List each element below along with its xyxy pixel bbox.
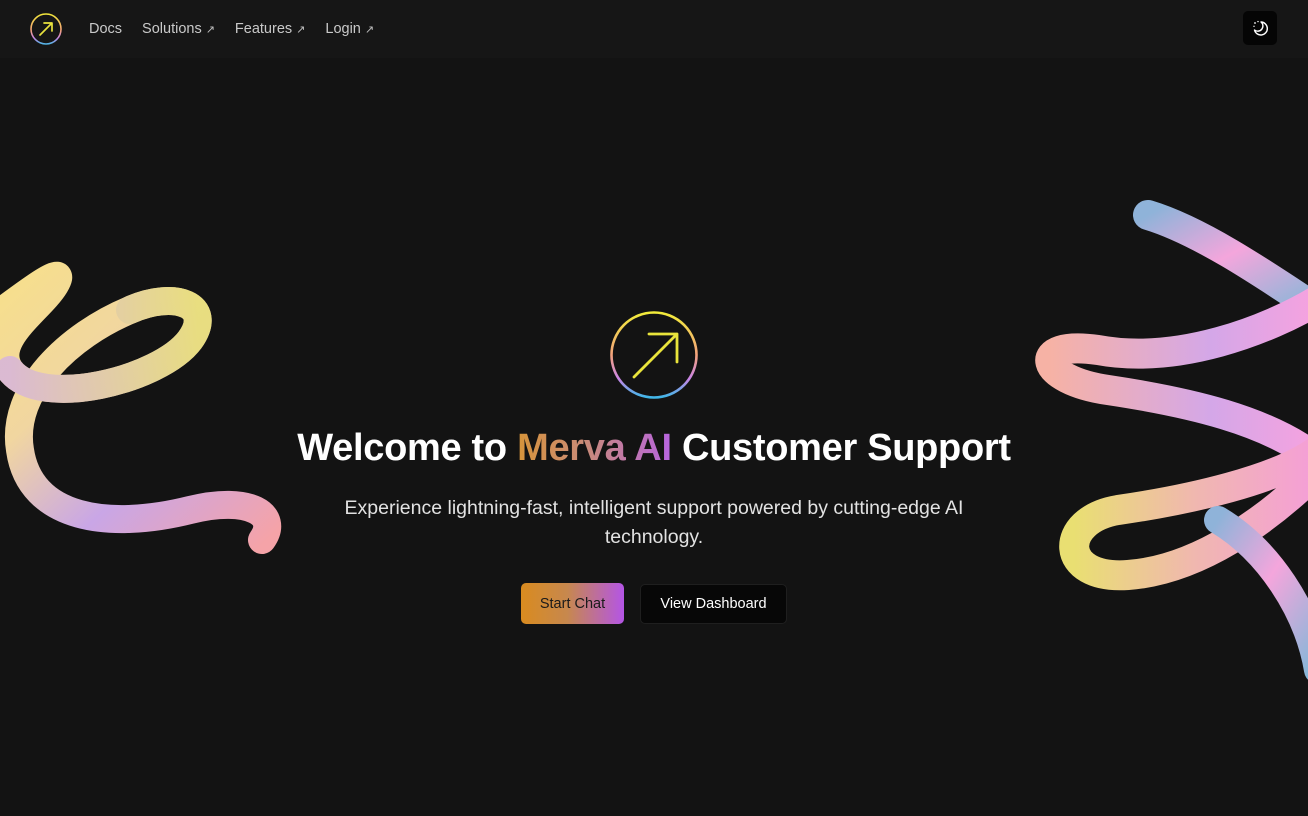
nav-link-label: Features bbox=[234, 21, 293, 37]
top-navigation: Docs Solutions ↗ Features ↗ Login ↗ bbox=[0, 0, 1308, 58]
hero-title-suffix: Customer Support bbox=[681, 427, 1011, 469]
nav-link-login[interactable]: Login ↗ bbox=[325, 21, 374, 37]
external-link-icon: ↗ bbox=[296, 23, 306, 36]
nav-link-docs[interactable]: Docs bbox=[89, 21, 122, 37]
theme-toggle-button[interactable] bbox=[1243, 11, 1277, 45]
external-link-icon: ↗ bbox=[364, 23, 375, 36]
nav-link-label: Login bbox=[325, 21, 361, 37]
hero-section: Welcome to Merva AI Customer Support Exp… bbox=[0, 0, 1308, 816]
hero-logo-icon bbox=[610, 311, 698, 399]
nav-link-label: Solutions bbox=[142, 21, 202, 37]
external-link-icon: ↗ bbox=[205, 23, 215, 36]
hero-title-prefix: Welcome to bbox=[297, 427, 507, 469]
nav-link-label: Docs bbox=[89, 21, 123, 37]
logo-icon[interactable] bbox=[29, 12, 63, 46]
nav-link-solutions[interactable]: Solutions ↗ bbox=[142, 21, 215, 37]
landing-page: Docs Solutions ↗ Features ↗ Login ↗ Welc… bbox=[0, 0, 1308, 816]
nav-link-features[interactable]: Features ↗ bbox=[235, 21, 305, 37]
moon-sparkle-icon bbox=[1253, 20, 1269, 36]
hero-subtitle: Experience lightning-fast, intelligent s… bbox=[344, 497, 964, 548]
hero-title-brand: Merva AI bbox=[517, 427, 672, 469]
view-dashboard-button[interactable]: View Dashboard bbox=[640, 584, 787, 624]
hero-title: Welcome to Merva AI Customer Support bbox=[0, 427, 1308, 470]
nav-links: Docs Solutions ↗ Features ↗ Login ↗ bbox=[89, 0, 394, 58]
start-chat-button[interactable]: Start Chat bbox=[521, 583, 624, 624]
